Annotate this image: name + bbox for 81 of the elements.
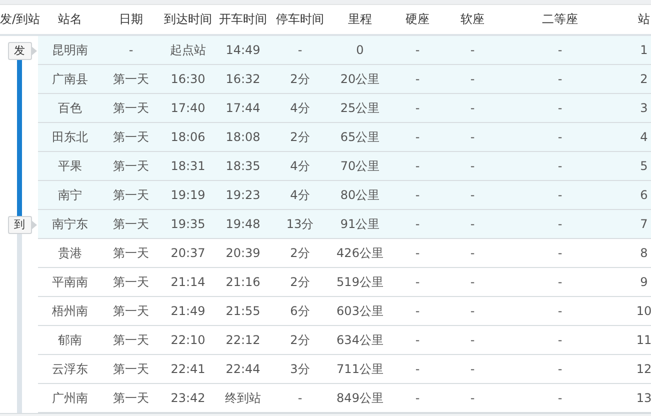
- table-cell: 19:35: [160, 210, 216, 239]
- table-cell: 19:23: [216, 181, 270, 210]
- table-cell: 南宁东: [38, 210, 102, 239]
- table-cell: -: [445, 36, 500, 65]
- table-cell: -: [445, 94, 500, 123]
- table-cell: 2: [620, 65, 651, 94]
- table-cell: 4分: [270, 94, 330, 123]
- table-cell: 第一天: [102, 123, 160, 152]
- table-cell: 91公里: [330, 210, 390, 239]
- table-cell: 16:30: [160, 65, 216, 94]
- table-cell: 0: [330, 36, 390, 65]
- table-cell: 5: [620, 152, 651, 181]
- table-cell: 第一天: [102, 152, 160, 181]
- table-cell: -: [390, 65, 445, 94]
- table-cell: 14:49: [216, 36, 270, 65]
- table-cell: -: [445, 123, 500, 152]
- column-header: 二等座: [541, 11, 579, 28]
- column-header: 开车时间: [218, 11, 268, 28]
- column-header: 到达时间: [163, 11, 213, 28]
- table-cell: -: [390, 36, 445, 65]
- column-header: 站名: [57, 11, 83, 28]
- table-cell: -: [390, 94, 445, 123]
- column-header: 硬座: [404, 11, 430, 28]
- table-cell: 70公里: [330, 152, 390, 181]
- table-cell: 2分: [270, 65, 330, 94]
- table-cell: -: [445, 152, 500, 181]
- table-cell: -: [500, 210, 620, 239]
- table-cell: -: [270, 36, 330, 65]
- column-header: 站: [637, 11, 651, 28]
- table-cell: -: [390, 152, 445, 181]
- table-cell: -: [500, 181, 620, 210]
- column-header: 软座: [460, 11, 486, 28]
- table-cell: -: [500, 36, 620, 65]
- table-cell: 16:32: [216, 65, 270, 94]
- table-cell: 4: [620, 123, 651, 152]
- table-cell: 18:08: [216, 123, 270, 152]
- table-cell: 第一天: [102, 181, 160, 210]
- table-cell: 第一天: [102, 65, 160, 94]
- table-cell: 第一天: [102, 94, 160, 123]
- table-cell: 1: [620, 36, 651, 65]
- table-cell: -: [445, 181, 500, 210]
- table-cell: -: [500, 152, 620, 181]
- table-cell: -: [390, 210, 445, 239]
- table-cell: 7: [620, 210, 651, 239]
- table-cell: 17:40: [160, 94, 216, 123]
- table-cell: 南宁: [38, 181, 102, 210]
- table-cell: 13分: [270, 210, 330, 239]
- table-cell: 第一天: [102, 210, 160, 239]
- table-cell: 18:35: [216, 152, 270, 181]
- column-header: 停车时间: [275, 11, 325, 28]
- table-cell: 6: [620, 181, 651, 210]
- table-cell: 65公里: [330, 123, 390, 152]
- table-cell: 百色: [38, 94, 102, 123]
- table-cell: 4分: [270, 181, 330, 210]
- table-cell: 昆明南: [38, 36, 102, 65]
- table-cell: 17:44: [216, 94, 270, 123]
- table-cell: 19:19: [160, 181, 216, 210]
- table-cell: 平果: [38, 152, 102, 181]
- table-cell: -: [500, 94, 620, 123]
- table-cell: -: [445, 210, 500, 239]
- table-cell: 18:31: [160, 152, 216, 181]
- table-cell: 19:48: [216, 210, 270, 239]
- table-cell: 3: [620, 94, 651, 123]
- table-cell: 2分: [270, 123, 330, 152]
- table-cell: 18:06: [160, 123, 216, 152]
- table-cell: 80公里: [330, 181, 390, 210]
- table-cell: 起点站: [160, 36, 216, 65]
- table-cell: -: [445, 65, 500, 94]
- column-header: 发/到站: [0, 11, 38, 28]
- table-cell: 田东北: [38, 123, 102, 152]
- table-cell: 广南县: [38, 65, 102, 94]
- table-cell: 25公里: [330, 94, 390, 123]
- table-cell: -: [500, 65, 620, 94]
- table-cell: -: [390, 181, 445, 210]
- column-header: 日期: [118, 11, 144, 28]
- table-cell: -: [390, 123, 445, 152]
- table-cell: -: [102, 36, 160, 65]
- table-cell: 4分: [270, 152, 330, 181]
- column-header: 里程: [347, 11, 373, 28]
- table-cell: -: [500, 123, 620, 152]
- table-cell: 20公里: [330, 65, 390, 94]
